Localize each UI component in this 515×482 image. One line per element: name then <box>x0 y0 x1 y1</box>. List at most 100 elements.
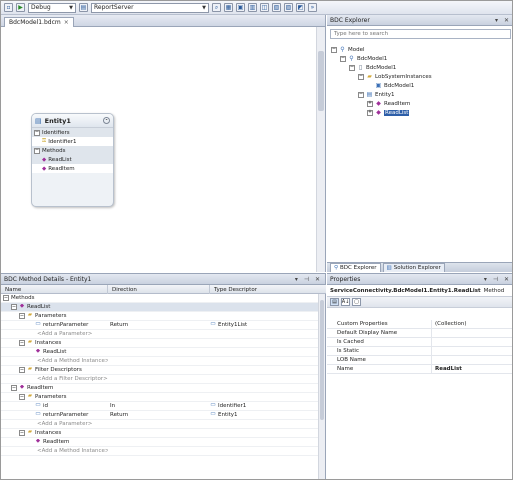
collapse-icon[interactable]: − <box>11 304 17 310</box>
property-value[interactable]: (Collection) <box>432 321 467 327</box>
tree-node-readitem[interactable]: + ◆ ReadItem <box>331 99 432 108</box>
collapse-icon[interactable]: − <box>358 91 364 98</box>
solution-explorer-icon[interactable]: ▥ <box>248 3 257 12</box>
folder-icon: ▰ <box>27 313 33 319</box>
find-icon[interactable]: ⌕ <box>212 3 221 12</box>
expand-icon[interactable]: + <box>367 100 373 107</box>
add-placeholder[interactable]: <Add a Filter Descriptor> <box>27 376 108 382</box>
tree-node-bdcmodel-lobsystem[interactable]: − ▯ BdcModel1 <box>331 63 432 72</box>
row-name: ReadList <box>43 349 67 355</box>
table-row[interactable]: − ◆ ReadList <box>1 303 319 312</box>
tree-node-lobsysteminstances[interactable]: − ▰ LobSystemInstances <box>331 72 432 81</box>
collapse-icon[interactable]: − <box>3 295 9 301</box>
property-pages-icon[interactable]: ▢ <box>352 298 361 306</box>
expand-icon[interactable]: + <box>367 109 373 116</box>
tree-node-entity1[interactable]: − ▤ Entity1 <box>331 90 432 99</box>
table-row[interactable]: − Methods <box>1 294 319 303</box>
collapse-icon[interactable]: − <box>34 147 40 154</box>
tab-bdc-explorer[interactable]: ⚲ BDC Explorer <box>330 263 381 272</box>
object-selector[interactable]: ServiceConnectivity.BdcModel1.Entity1.Re… <box>327 285 512 297</box>
collapse-icon[interactable]: − <box>34 129 40 136</box>
pin-icon[interactable]: ▾ ⊣ ✕ <box>484 276 511 283</box>
pin-icon[interactable]: ▾ ⊣ ✕ <box>295 276 322 283</box>
collapse-icon[interactable]: − <box>331 46 337 53</box>
table-row[interactable]: ▭ id In ▭ Identifier1 <box>1 402 319 411</box>
object-name: ServiceConnectivity.BdcModel1.Entity1.Re… <box>330 287 481 294</box>
table-row[interactable]: ▭ returnParameter Return ▭ Entity1 <box>1 411 319 420</box>
collapse-icon[interactable]: − <box>19 367 25 373</box>
column-header-type-descriptor[interactable]: Type Descriptor <box>210 285 326 294</box>
table-row[interactable]: <Add a Method Instance> <box>1 357 319 366</box>
entity-section-methods[interactable]: − Methods <box>32 146 113 155</box>
method-scrollbar[interactable] <box>318 294 325 479</box>
new-icon[interactable]: ▫ <box>4 3 13 12</box>
add-placeholder[interactable]: <Add a Method Instance> <box>27 358 108 364</box>
table-row[interactable]: ◆ ReadItem <box>1 438 319 447</box>
table-row[interactable]: <Add a Method Instance> <box>1 447 319 456</box>
tree-node-model[interactable]: − ⚲ Model <box>331 45 432 54</box>
collapse-icon[interactable]: − <box>11 385 17 391</box>
collapse-icon[interactable]: ⌃ <box>103 117 110 124</box>
table-row[interactable]: − ▰ Instances <box>1 429 319 438</box>
start-page-icon[interactable]: ◩ <box>296 3 305 12</box>
table-row[interactable]: ◆ ReadList <box>1 348 319 357</box>
property-value[interactable]: ReadList <box>432 366 462 372</box>
tab-solution-explorer[interactable]: ▥ Solution Explorer <box>382 263 445 272</box>
overflow-chevron-icon[interactable]: » <box>308 3 317 12</box>
add-placeholder[interactable]: <Add a Parameter> <box>27 421 92 427</box>
row-name: ReadList <box>27 304 51 310</box>
table-row[interactable]: − ▰ Filter Descriptors <box>1 366 319 375</box>
column-header-name[interactable]: Name <box>1 285 108 294</box>
properties-icon[interactable]: ▦ <box>224 3 233 12</box>
entity-method-readlist[interactable]: ◆ ReadList <box>32 155 113 164</box>
table-row[interactable]: <Add a Parameter> <box>1 420 319 429</box>
property-row[interactable]: Name ReadList <box>327 364 512 374</box>
add-placeholder[interactable]: <Add a Method Instance> <box>27 448 108 454</box>
toolbox-icon[interactable]: ▣ <box>236 3 245 12</box>
object-browser-icon[interactable]: ▧ <box>272 3 281 12</box>
entity-card[interactable]: ▤ Entity1 ⌃ − Identifiers ⚿ Identifier1 … <box>31 113 114 207</box>
collapse-icon[interactable]: − <box>349 64 355 71</box>
explorer-tree: − ⚲ Model − ⚲ BdcModel1 − ▯ BdcModel1 − … <box>331 45 432 117</box>
tab-bdcmodel-document[interactable]: BdcModel1.bdcm × <box>4 17 74 27</box>
collapse-icon[interactable]: − <box>19 430 25 436</box>
type-descriptor-label: Entity1List <box>218 322 248 328</box>
close-icon[interactable]: × <box>64 19 69 26</box>
designer-scrollbar[interactable] <box>316 27 325 272</box>
add-placeholder[interactable]: <Add a Parameter> <box>27 331 92 337</box>
server-dropdown[interactable]: ReportServer ▼ <box>91 2 209 13</box>
table-row[interactable]: <Add a Parameter> <box>1 330 319 339</box>
tree-node-readlist[interactable]: + ◆ ReadList <box>331 108 432 117</box>
column-header-direction[interactable]: Direction <box>108 285 210 294</box>
report-icon[interactable]: ▤ <box>79 3 88 12</box>
collapse-icon[interactable]: − <box>19 340 25 346</box>
table-row[interactable]: − ▰ Instances <box>1 339 319 348</box>
categorized-icon[interactable]: ▤ <box>330 298 339 306</box>
class-view-icon[interactable]: ◫ <box>260 3 269 12</box>
start-debug-icon[interactable]: ▶ <box>16 3 25 12</box>
server-explorer-icon[interactable]: ▨ <box>284 3 293 12</box>
collapse-icon[interactable]: − <box>340 55 346 62</box>
tree-node-bdcmodel-instance[interactable]: ▣ BdcModel1 <box>331 81 432 90</box>
pin-icon[interactable]: ▾ ✕ <box>495 17 511 24</box>
configuration-dropdown[interactable]: Debug ▼ <box>28 2 76 13</box>
collapse-icon[interactable]: − <box>19 313 25 319</box>
entity-header[interactable]: ▤ Entity1 ⌃ <box>32 114 113 128</box>
entity-identifier-item[interactable]: ⚿ Identifier1 <box>32 137 113 146</box>
table-row[interactable]: <Add a Filter Descriptor> <box>1 375 319 384</box>
collapse-icon[interactable]: − <box>358 73 364 80</box>
collapse-icon[interactable]: − <box>19 394 25 400</box>
chevron-down-icon: ▼ <box>202 4 206 11</box>
entity-section-identifiers[interactable]: − Identifiers <box>32 128 113 137</box>
search-input[interactable] <box>334 31 507 37</box>
table-row[interactable]: − ▰ Parameters <box>1 393 319 402</box>
property-key: Name <box>327 364 432 374</box>
row-name: Parameters <box>35 313 67 319</box>
entity-method-readitem[interactable]: ◆ ReadItem <box>32 164 113 173</box>
table-row[interactable]: − ◆ ReadItem <box>1 384 319 393</box>
table-row[interactable]: − ▰ Parameters <box>1 312 319 321</box>
alphabetical-icon[interactable]: A↓ <box>341 298 350 306</box>
explorer-search[interactable] <box>330 29 511 39</box>
table-row[interactable]: ▭ returnParameter Return ▭ Entity1List <box>1 321 319 330</box>
tree-node-bdcmodel[interactable]: − ⚲ BdcModel1 <box>331 54 432 63</box>
